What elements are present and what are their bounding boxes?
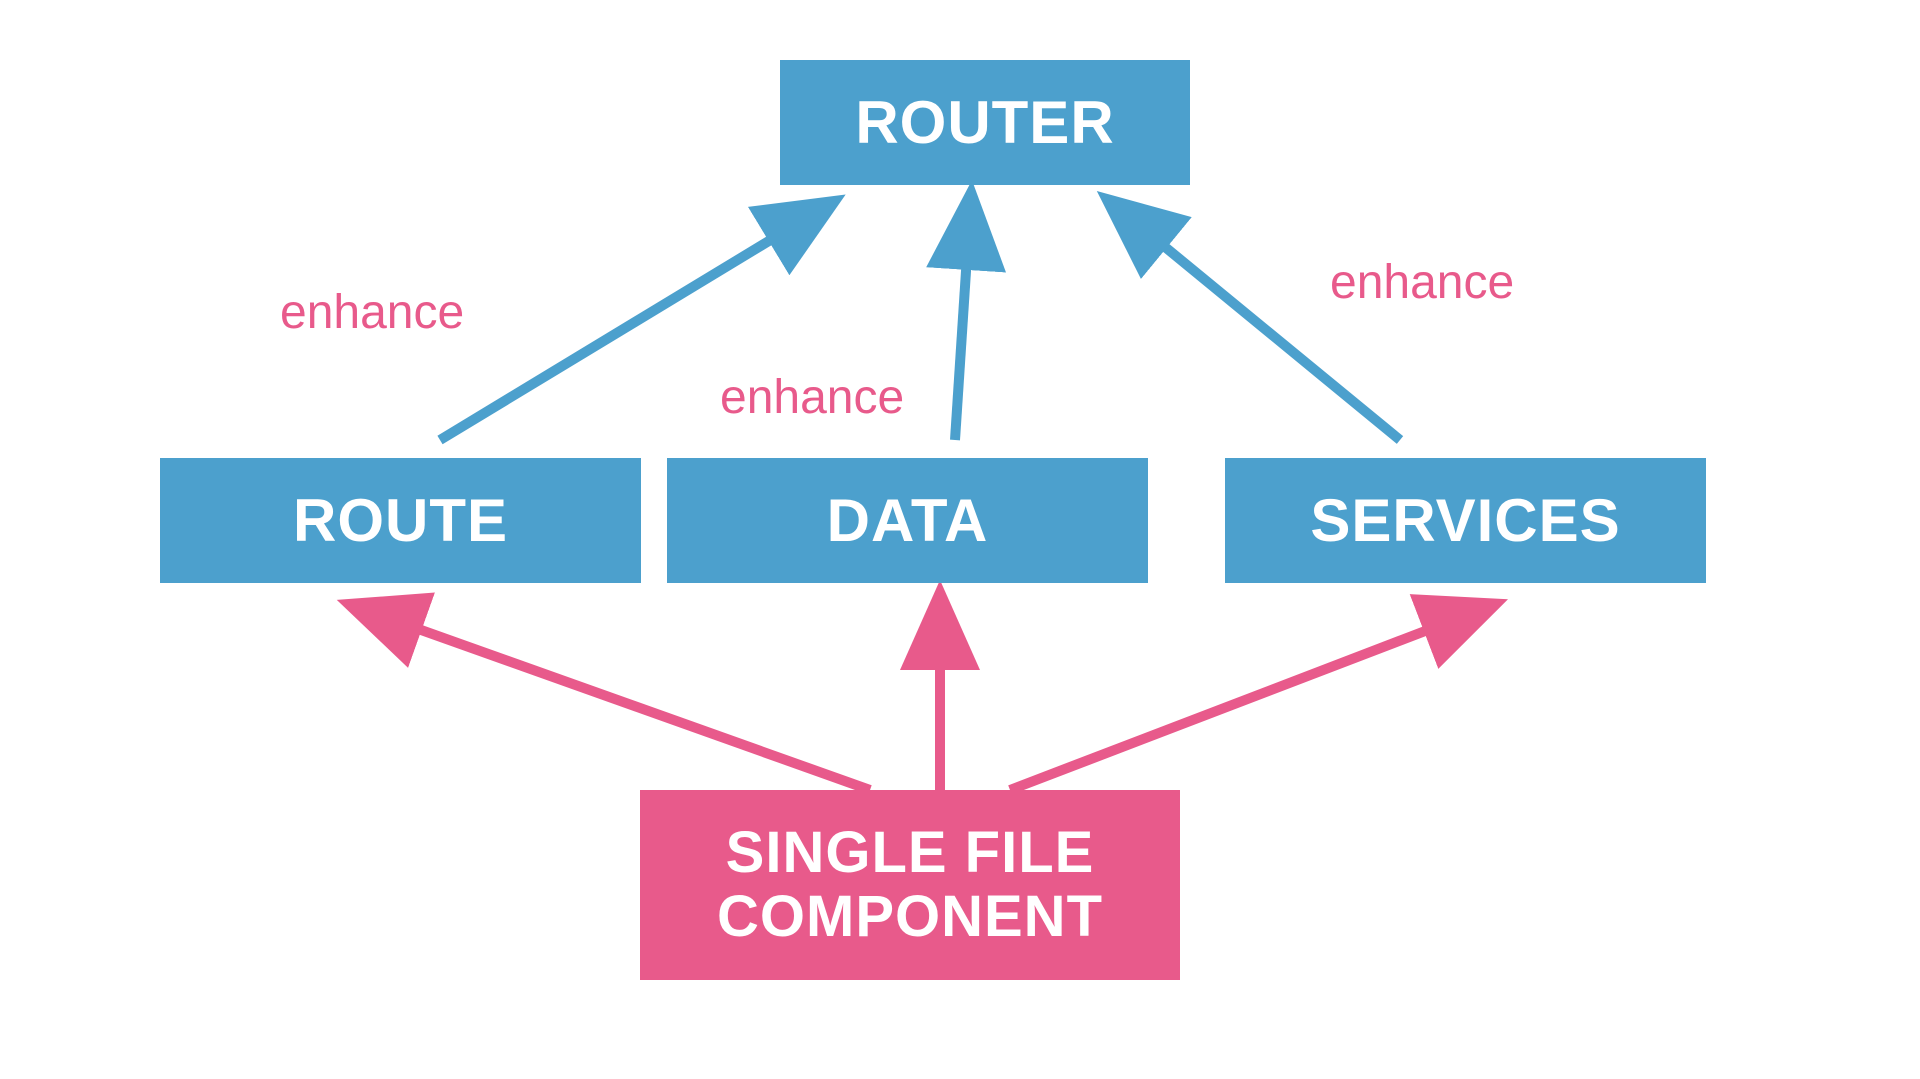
node-services: SERVICES [1225, 458, 1706, 583]
node-route: ROUTE [160, 458, 641, 583]
node-route-label: ROUTE [293, 486, 508, 555]
node-data: DATA [667, 458, 1148, 583]
node-sfc-label: SINGLE FILE COMPONENT [717, 821, 1103, 949]
arrow-services-to-router [1120, 210, 1400, 440]
node-data-label: DATA [827, 486, 989, 555]
edge-label-middle: enhance [720, 370, 904, 425]
node-sfc: SINGLE FILE COMPONENT [640, 790, 1180, 980]
edge-label-left: enhance [280, 285, 464, 340]
node-router-label: ROUTER [855, 88, 1114, 157]
edge-label-right: enhance [1330, 255, 1514, 310]
arrow-data-to-router [955, 210, 970, 440]
arrow-sfc-to-route [365, 610, 870, 790]
node-router: ROUTER [780, 60, 1190, 185]
diagram-stage: ROUTER ROUTE DATA SERVICES SINGLE FILE C… [0, 0, 1920, 1079]
node-services-label: SERVICES [1310, 486, 1620, 555]
arrow-sfc-to-services [1010, 610, 1480, 790]
